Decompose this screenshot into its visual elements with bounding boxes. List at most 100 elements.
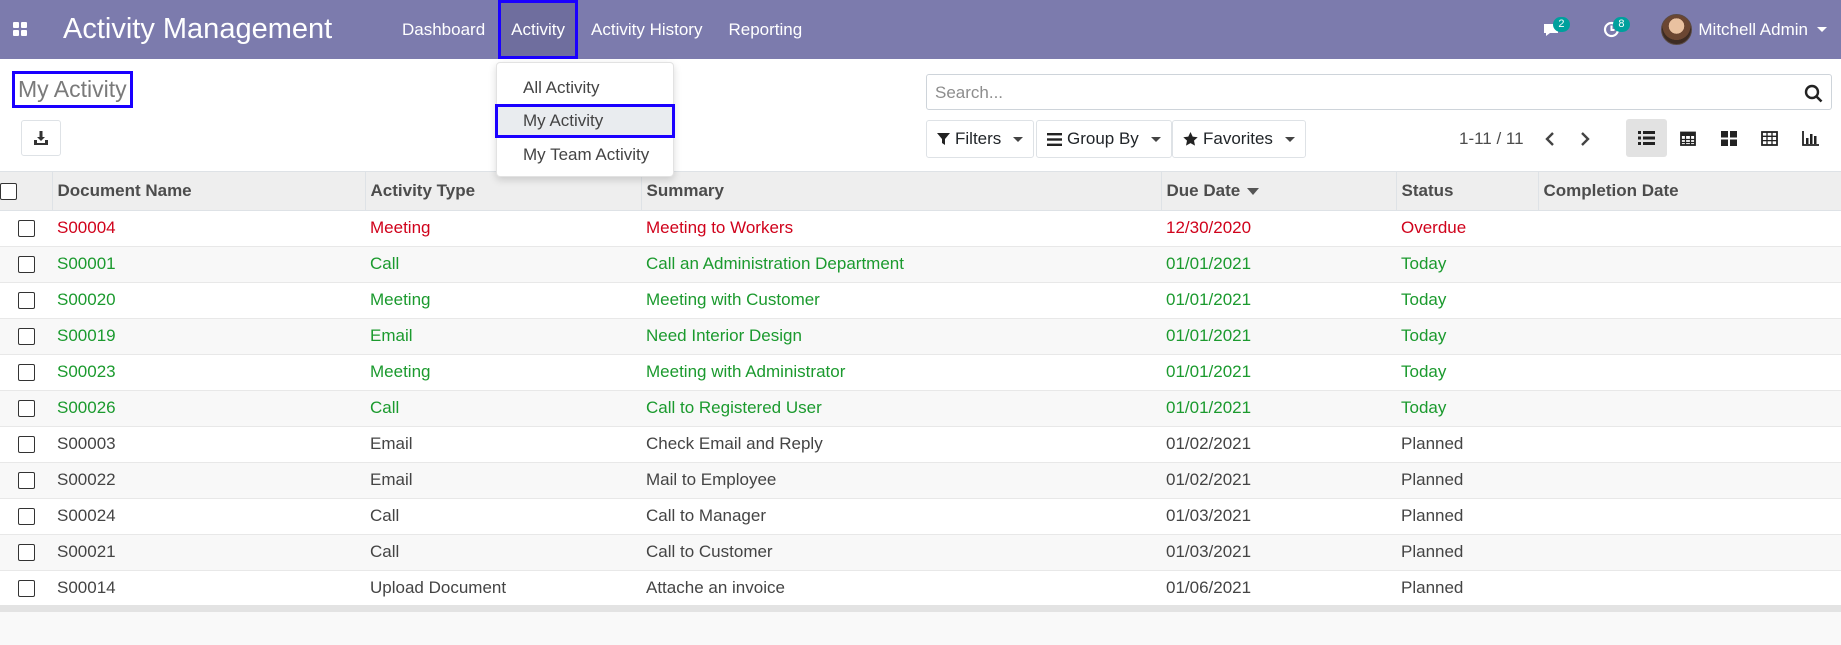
completion-date-cell[interactable] <box>1538 533 1841 570</box>
completion-date-cell[interactable] <box>1538 569 1841 606</box>
document-name-cell[interactable]: S00001 <box>52 245 365 282</box>
due-date-cell[interactable]: 01/01/2021 <box>1161 317 1396 354</box>
completion-date-cell[interactable] <box>1538 245 1841 282</box>
messages-button[interactable]: 2 <box>1531 0 1571 59</box>
status-cell[interactable]: Today <box>1396 245 1538 282</box>
completion-date-cell[interactable] <box>1538 389 1841 426</box>
row-checkbox[interactable] <box>17 220 35 238</box>
column-header-due-date[interactable]: Due Date <box>1160 172 1396 211</box>
due-date-cell[interactable]: 12/30/2020 <box>1161 209 1396 246</box>
completion-date-cell[interactable] <box>1538 425 1841 462</box>
row-checkbox[interactable] <box>17 328 35 346</box>
due-date-cell[interactable]: 01/03/2021 <box>1161 533 1396 570</box>
due-date-cell[interactable]: 01/01/2021 <box>1161 245 1396 282</box>
row-checkbox[interactable] <box>17 256 35 274</box>
activity-type-cell[interactable]: Call <box>365 497 641 534</box>
calendar-view-button[interactable] <box>1667 119 1708 157</box>
group-by-button[interactable]: Group By <box>1036 120 1172 158</box>
activity-type-cell[interactable]: Email <box>365 425 641 462</box>
menu-activity[interactable]: Activity <box>498 0 579 59</box>
summary-cell[interactable]: Mail to Employee <box>641 461 1161 498</box>
column-header-summary[interactable]: Summary <box>640 172 1161 211</box>
summary-cell[interactable]: Call to Customer <box>641 533 1161 570</box>
row-checkbox[interactable] <box>17 436 35 454</box>
due-date-cell[interactable]: 01/03/2021 <box>1161 497 1396 534</box>
activities-button[interactable]: 8 <box>1591 0 1631 59</box>
menu-item-my-team-activity[interactable]: My Team Activity <box>497 138 675 172</box>
due-date-cell[interactable]: 01/01/2021 <box>1161 281 1396 318</box>
filters-button[interactable]: Filters <box>926 120 1035 158</box>
user-menu[interactable]: Mitchell Admin <box>1661 14 1841 45</box>
app-brand[interactable]: Activity Management <box>63 13 332 46</box>
summary-cell[interactable]: Need Interior Design <box>641 317 1161 354</box>
table-row[interactable]: S00019 Email Need Interior Design 01/01/202… <box>0 317 1841 354</box>
activity-type-cell[interactable]: Call <box>365 533 641 570</box>
document-name-cell[interactable]: S00019 <box>52 317 365 354</box>
document-name-cell[interactable]: S00004 <box>52 209 365 246</box>
table-row[interactable]: S00014 Upload Document Attache an invoice 0… <box>0 569 1841 606</box>
status-cell[interactable]: Today <box>1396 353 1538 390</box>
completion-date-cell[interactable] <box>1538 461 1841 498</box>
status-cell[interactable]: Planned <box>1396 497 1538 534</box>
document-name-cell[interactable]: S00023 <box>52 353 365 390</box>
status-cell[interactable]: Planned <box>1396 425 1538 462</box>
document-name-cell[interactable]: S00003 <box>52 425 365 462</box>
activity-type-cell[interactable]: Call <box>365 389 641 426</box>
table-row[interactable]: S00003 Email Check Email and Reply 01/02/20… <box>0 425 1841 462</box>
column-header-activity-type[interactable]: Activity Type <box>364 172 641 211</box>
table-row[interactable]: S00023 Meeting Meeting with Administrator 0… <box>0 353 1841 390</box>
pager-next-button[interactable] <box>1574 127 1596 151</box>
completion-date-cell[interactable] <box>1538 497 1841 534</box>
pager-value[interactable]: 1-11 / 11 <box>1459 129 1524 149</box>
summary-cell[interactable]: Check Email and Reply <box>641 425 1161 462</box>
completion-date-cell[interactable] <box>1538 209 1841 246</box>
row-checkbox[interactable] <box>17 580 35 598</box>
table-row[interactable]: S00021 Call Call to Customer 01/03/2021 Plan… <box>0 533 1841 570</box>
column-header-status[interactable]: Status <box>1395 172 1538 211</box>
table-row[interactable]: S00020 Meeting Meeting with Customer 01/01/… <box>0 281 1841 318</box>
menu-item-my-activity[interactable]: My Activity <box>495 104 675 138</box>
activity-type-cell[interactable]: Meeting <box>365 209 641 246</box>
graph-view-button[interactable] <box>1790 119 1831 157</box>
status-cell[interactable]: Planned <box>1396 569 1538 606</box>
export-button[interactable] <box>21 120 61 156</box>
row-checkbox[interactable] <box>17 544 35 562</box>
completion-date-cell[interactable] <box>1538 281 1841 318</box>
table-row[interactable]: S00026 Call Call to Registered User 01/01/2… <box>0 389 1841 426</box>
table-row[interactable]: S00001 Call Call an Administration Departm… <box>0 245 1841 282</box>
menu-item-all-activity[interactable]: All Activity <box>497 71 675 105</box>
row-checkbox[interactable] <box>17 292 35 310</box>
summary-cell[interactable]: Meeting with Customer <box>641 281 1161 318</box>
search-icon[interactable] <box>1804 84 1823 103</box>
pager-previous-button[interactable] <box>1539 127 1561 151</box>
activity-type-cell[interactable]: Meeting <box>365 281 641 318</box>
due-date-cell[interactable]: 01/02/2021 <box>1161 461 1396 498</box>
status-cell[interactable]: Overdue <box>1396 209 1538 246</box>
summary-cell[interactable]: Meeting with Administrator <box>641 353 1161 390</box>
due-date-cell[interactable]: 01/01/2021 <box>1161 389 1396 426</box>
status-cell[interactable]: Today <box>1396 281 1538 318</box>
document-name-cell[interactable]: S00026 <box>52 389 365 426</box>
completion-date-cell[interactable] <box>1538 317 1841 354</box>
favorites-button[interactable]: Favorites <box>1172 120 1306 158</box>
summary-cell[interactable]: Call an Administration Department <box>641 245 1161 282</box>
document-name-cell[interactable]: S00020 <box>52 281 365 318</box>
activity-type-cell[interactable]: Call <box>365 245 641 282</box>
document-name-cell[interactable]: S00022 <box>52 461 365 498</box>
summary-cell[interactable]: Meeting to Workers <box>641 209 1161 246</box>
status-cell[interactable]: Today <box>1396 389 1538 426</box>
status-cell[interactable]: Today <box>1396 317 1538 354</box>
table-row[interactable]: S00004 Meeting Meeting to Workers 12/30/202… <box>0 209 1841 246</box>
row-checkbox[interactable] <box>17 472 35 490</box>
table-row[interactable]: S00024 Call Call to Manager 01/03/2021 Plann… <box>0 497 1841 534</box>
column-header-document-name[interactable]: Document Name <box>51 172 365 211</box>
column-header-completion-date[interactable]: Completion Date <box>1537 172 1841 211</box>
row-checkbox[interactable] <box>17 508 35 526</box>
activity-type-cell[interactable]: Upload Document <box>365 569 641 606</box>
activity-type-cell[interactable]: Meeting <box>365 353 641 390</box>
search-input[interactable] <box>935 81 1795 105</box>
status-cell[interactable]: Planned <box>1396 533 1538 570</box>
row-checkbox[interactable] <box>17 364 35 382</box>
summary-cell[interactable]: Call to Registered User <box>641 389 1161 426</box>
completion-date-cell[interactable] <box>1538 353 1841 390</box>
